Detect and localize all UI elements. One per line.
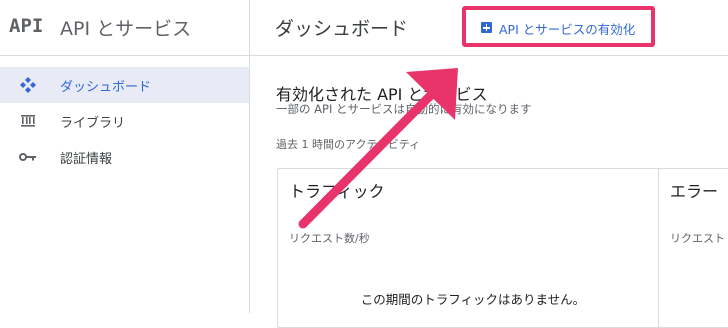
annotation-arrow-icon — [298, 68, 458, 229]
